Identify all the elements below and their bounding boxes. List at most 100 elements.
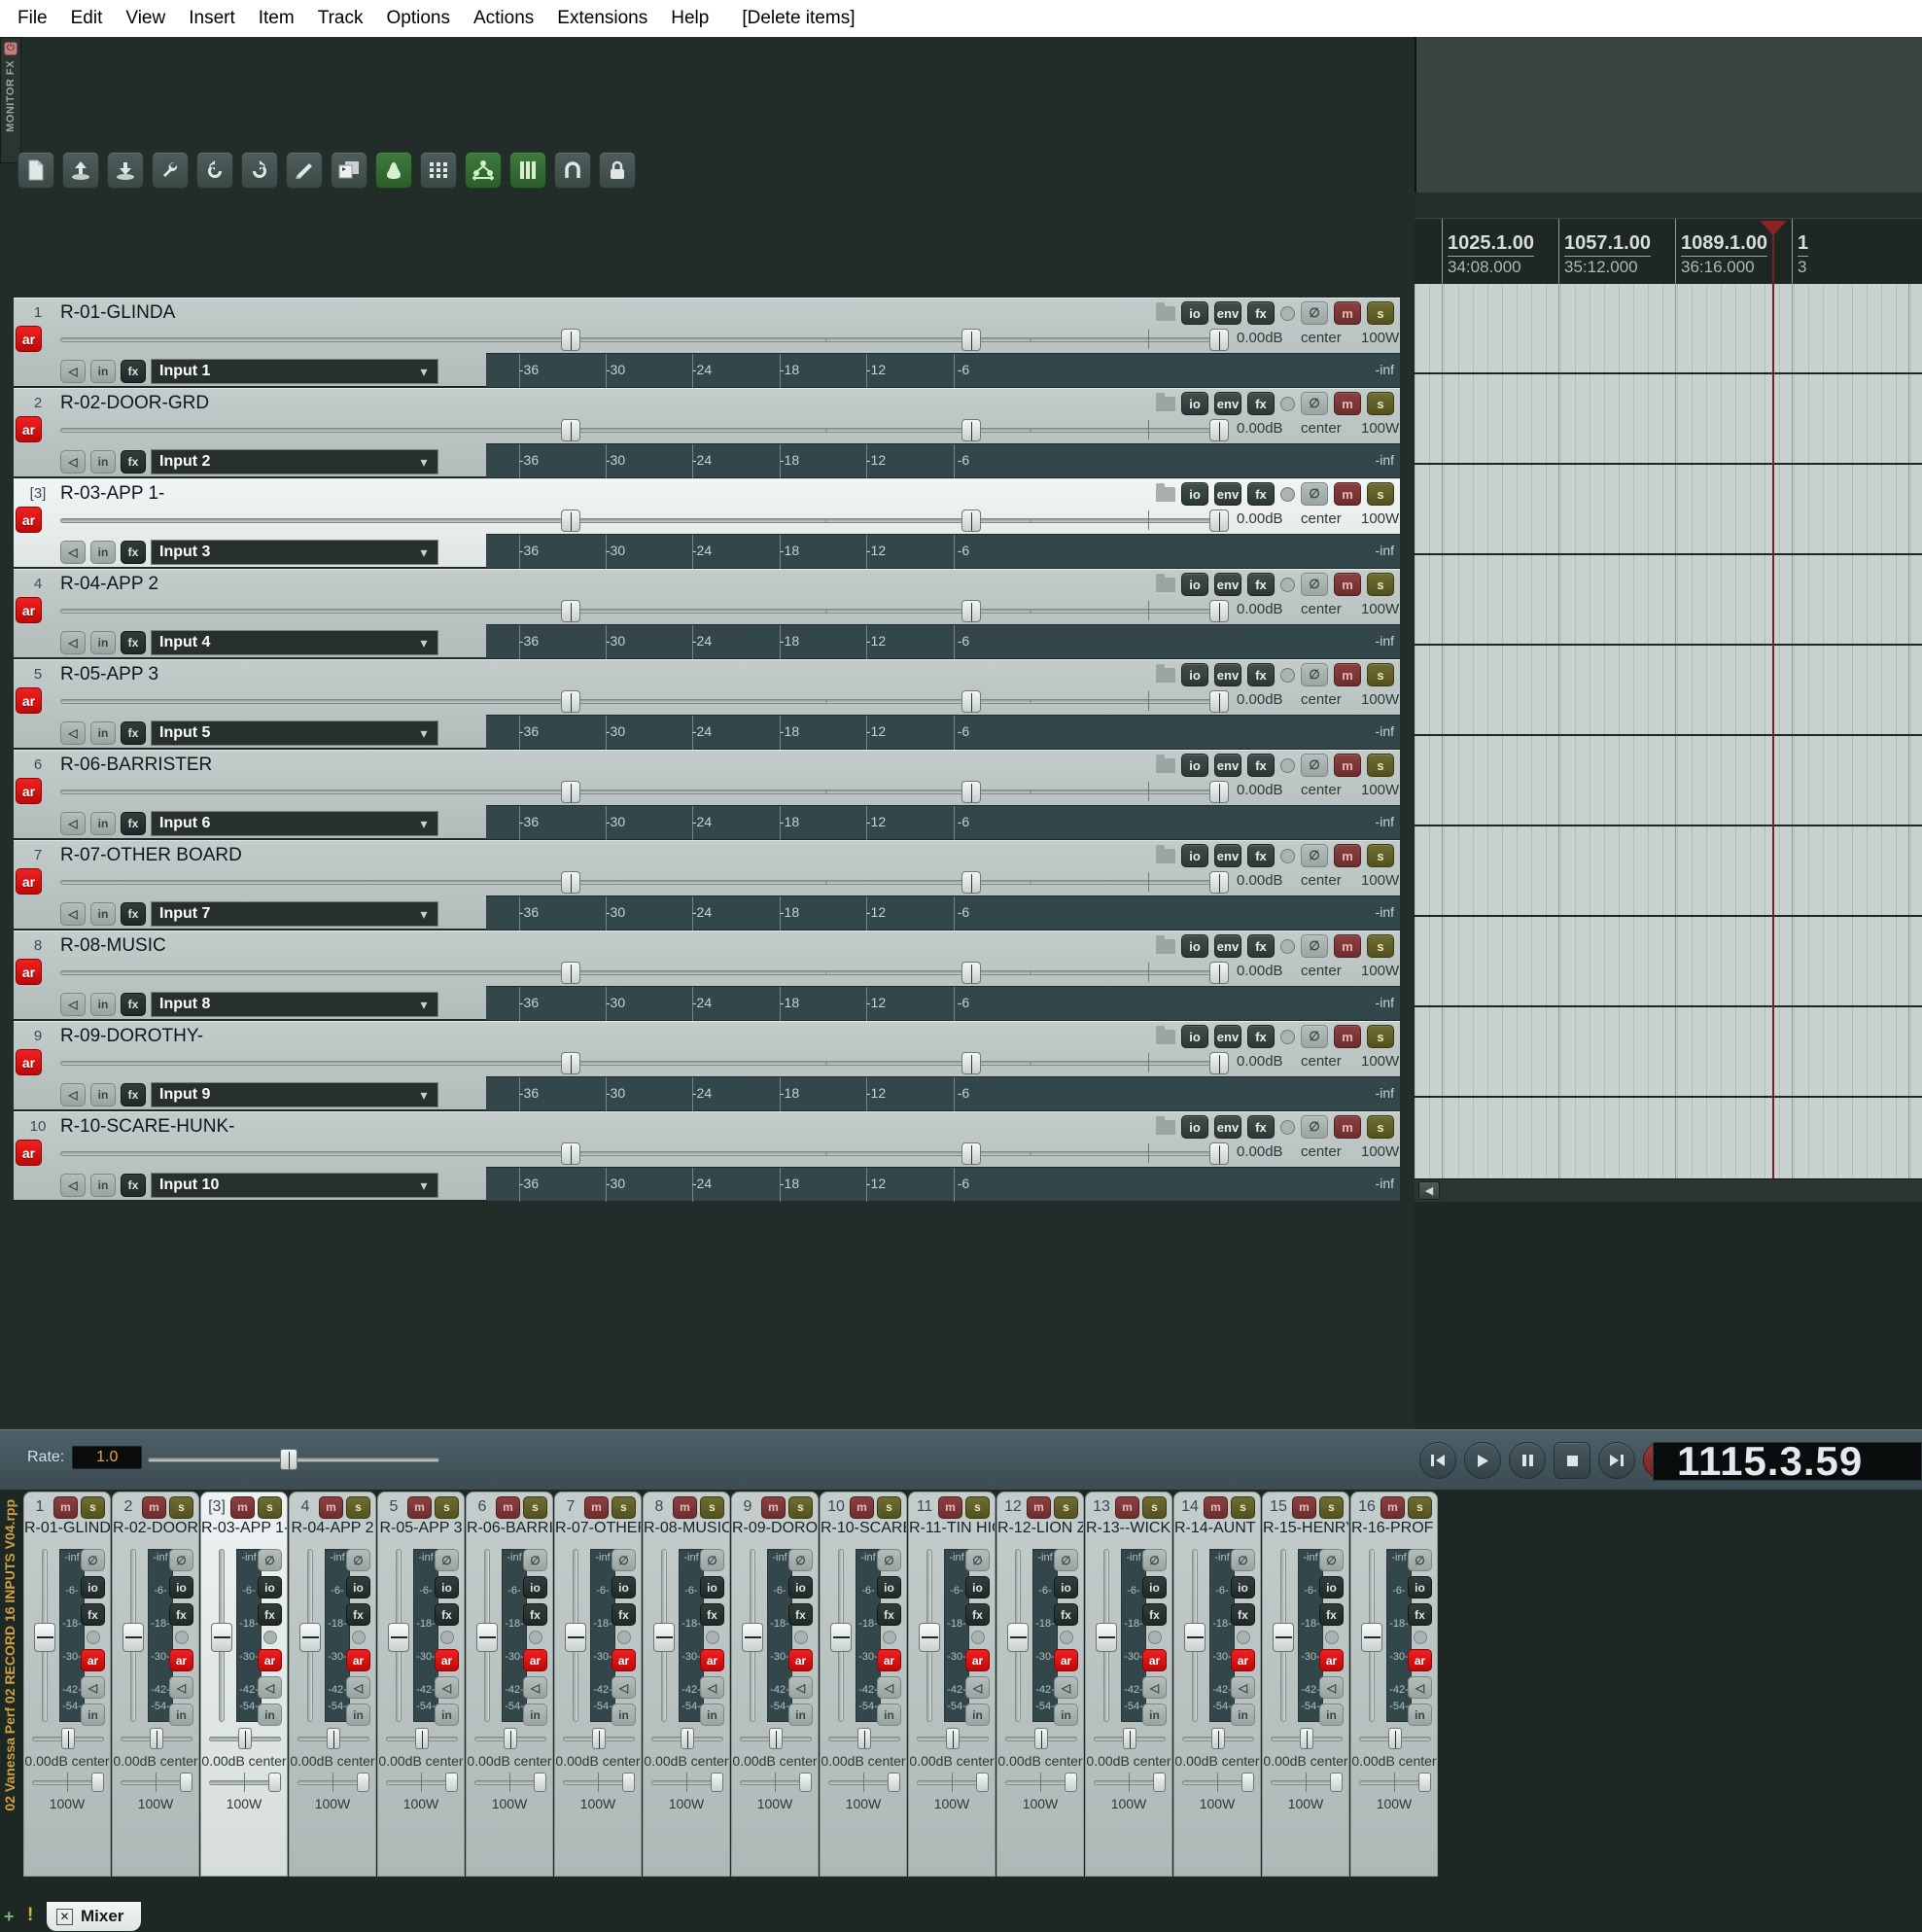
menu-track[interactable]: Track	[306, 5, 375, 32]
chevron-down-icon[interactable]: ▾	[410, 1083, 437, 1107]
mixer-fx-button[interactable]: fx	[1142, 1603, 1167, 1626]
pan-thumb[interactable]	[1123, 1728, 1136, 1749]
mixer-solo-button[interactable]: s	[1231, 1495, 1255, 1519]
mixer-mute-button[interactable]: m	[407, 1495, 432, 1519]
track-input-button[interactable]: in	[90, 721, 116, 745]
mixer-phase-button[interactable]: ∅	[877, 1549, 901, 1571]
save-project-icon[interactable]	[107, 152, 144, 189]
mixer-record-monitor-icon[interactable]	[1147, 1631, 1162, 1644]
mixer-strip[interactable]: 5 m s R-05-APP 3 -inf -6- -18- -30- -42- -54- ∅ io f…	[377, 1492, 465, 1877]
mixer-strip[interactable]: 14msR-14-AUNT EI-inf-6--18--30--42--54-∅…	[1173, 1492, 1261, 1877]
width-thumb[interactable]	[622, 1773, 635, 1792]
open-project-icon[interactable]	[62, 152, 99, 189]
mixer-record-monitor-icon[interactable]	[174, 1631, 189, 1644]
undo-icon[interactable]	[196, 152, 233, 189]
track-record-monitor-icon[interactable]	[1280, 1119, 1295, 1135]
track-mute-button[interactable]: m	[1334, 934, 1361, 958]
mixer-volume-fader[interactable]	[1007, 1549, 1029, 1722]
width-thumb[interactable]	[1209, 962, 1229, 984]
track-input-button[interactable]: in	[90, 1174, 116, 1197]
mixer-record-arm-button[interactable]: ar	[1142, 1649, 1167, 1671]
mixer-pan-slider[interactable]	[828, 1728, 900, 1749]
track-row[interactable]: 7 R-07-OTHER BOARD ar 0.00dB center 100W io env…	[14, 840, 1400, 931]
width-thumb[interactable]	[1209, 871, 1229, 894]
fader-thumb[interactable]	[565, 1623, 586, 1652]
mixer-record-arm-button[interactable]: ar	[81, 1649, 105, 1671]
track-width-slider[interactable]	[1030, 419, 1229, 441]
close-icon[interactable]: ✕	[56, 1908, 73, 1925]
menu-file[interactable]: File	[6, 5, 59, 32]
mixer-record-monitor-icon[interactable]	[1236, 1631, 1250, 1644]
mixer-input-button[interactable]: in	[81, 1704, 105, 1726]
track-record-monitor-icon[interactable]	[1280, 757, 1295, 773]
volume-thumb[interactable]	[561, 962, 580, 984]
folder-icon[interactable]	[1156, 482, 1175, 502]
mixer-solo-button[interactable]: s	[169, 1495, 193, 1519]
chevron-down-icon[interactable]: ▾	[410, 541, 437, 564]
track-input-select[interactable]: Input 3 ▾	[151, 540, 438, 565]
track-monitor-button[interactable]: ◁	[60, 1083, 86, 1107]
mixer-width-slider[interactable]	[1271, 1773, 1343, 1792]
mixer-width-slider[interactable]	[386, 1773, 458, 1792]
mixer-mute-button[interactable]: m	[850, 1495, 874, 1519]
mixer-volume-fader[interactable]	[1184, 1549, 1206, 1722]
chevron-down-icon[interactable]: ▾	[410, 812, 437, 835]
menu-extensions[interactable]: Extensions	[545, 5, 659, 32]
track-mute-button[interactable]: m	[1334, 392, 1361, 415]
pan-thumb[interactable]	[681, 1728, 694, 1749]
folder-icon[interactable]	[1156, 754, 1175, 773]
track-io-button[interactable]: io	[1181, 934, 1208, 958]
mixer-record-arm-button[interactable]: ar	[435, 1649, 459, 1671]
mixer-strip-name[interactable]: R-01-GLINDA	[24, 1520, 110, 1537]
track-fx-small-button[interactable]: fx	[121, 450, 146, 474]
mixer-strip[interactable]: 15msR-15-HENRY ,-inf-6--18--30--42--54-∅…	[1262, 1492, 1349, 1877]
mixer-pan-slider[interactable]	[121, 1728, 192, 1749]
mixer-input-button[interactable]: in	[346, 1704, 370, 1726]
mixer-fx-button[interactable]: fx	[169, 1603, 193, 1626]
track-record-monitor-icon[interactable]	[1280, 667, 1295, 683]
track-input-button[interactable]: in	[90, 1083, 116, 1107]
mixer-monitor-button[interactable]: ◁	[1231, 1676, 1255, 1699]
fader-thumb[interactable]	[742, 1623, 763, 1652]
width-thumb[interactable]	[1209, 1052, 1229, 1074]
menu-edit[interactable]: Edit	[59, 5, 115, 32]
mixer-input-button[interactable]: in	[1142, 1704, 1167, 1726]
track-fx-small-button[interactable]: fx	[121, 541, 146, 564]
fader-thumb[interactable]	[1273, 1623, 1294, 1652]
mixer-mute-button[interactable]: m	[1027, 1495, 1051, 1519]
track-solo-button[interactable]: s	[1367, 1115, 1394, 1139]
chevron-down-icon[interactable]: ▾	[410, 993, 437, 1016]
mixer-solo-button[interactable]: s	[1408, 1495, 1432, 1519]
mixer-volume-fader[interactable]	[565, 1549, 586, 1722]
mixer-record-monitor-icon[interactable]	[793, 1631, 808, 1644]
mixer-phase-button[interactable]: ∅	[700, 1549, 724, 1571]
mixer-solo-button[interactable]: s	[612, 1495, 636, 1519]
track-fx-small-button[interactable]: fx	[121, 902, 146, 926]
track-width-slider[interactable]	[1030, 1142, 1229, 1165]
track-monitor-button[interactable]: ◁	[60, 541, 86, 564]
track-row[interactable]: [3] R-03-APP 1- ar 0.00dB center 100W io env fx ∅…	[14, 478, 1400, 569]
width-thumb[interactable]	[268, 1773, 281, 1792]
mixer-monitor-button[interactable]: ◁	[81, 1676, 105, 1699]
mixer-record-monitor-icon[interactable]	[262, 1631, 277, 1644]
track-io-button[interactable]: io	[1181, 573, 1208, 596]
mixer-io-button[interactable]: io	[81, 1576, 105, 1598]
track-row[interactable]: 4 R-04-APP 2 ar 0.00dB center 100W io env fx ∅ m s ◁…	[14, 569, 1400, 659]
record-arm-button[interactable]: ar	[16, 1049, 42, 1075]
track-width-slider[interactable]	[1030, 329, 1229, 351]
pan-thumb[interactable]	[327, 1728, 340, 1749]
mixer-strip[interactable]: 4 m s R-04-APP 2 -inf -6- -18- -30- -42- -54- ∅ io f…	[289, 1492, 376, 1877]
chevron-down-icon[interactable]: ▾	[410, 450, 437, 474]
track-row[interactable]: 2 R-02-DOOR-GRD ar 0.00dB center 100W io env fx ∅…	[14, 388, 1400, 478]
fader-thumb[interactable]	[1007, 1623, 1029, 1652]
fader-thumb[interactable]	[1184, 1623, 1206, 1652]
track-fx-small-button[interactable]: fx	[121, 631, 146, 654]
pan-thumb[interactable]	[961, 781, 981, 803]
pan-thumb[interactable]	[961, 871, 981, 894]
mixer-strip[interactable]: 1msR-01-GLINDA-inf-6--18--30--42--54-∅io…	[23, 1492, 111, 1877]
mixer-width-slider[interactable]	[1182, 1773, 1254, 1792]
track-list[interactable]: 1 R-01-GLINDA ar 0.00dB center 100W io env fx ∅ m s…	[14, 298, 1400, 1369]
mixer-input-button[interactable]: in	[788, 1704, 813, 1726]
mixer-record-arm-button[interactable]: ar	[1319, 1649, 1344, 1671]
track-fx-button[interactable]: fx	[1247, 301, 1275, 325]
